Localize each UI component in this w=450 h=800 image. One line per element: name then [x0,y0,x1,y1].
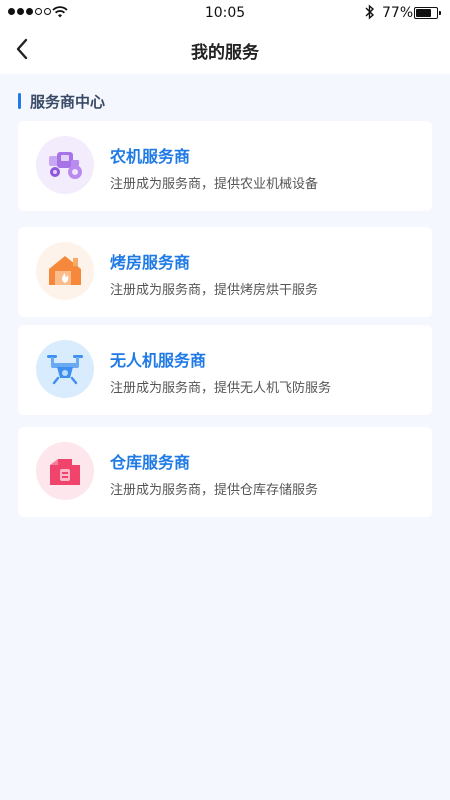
card-title: 仓库服务商 [110,453,191,472]
card-description: 注册成为服务商，提供烤房烘干服务 [110,283,319,298]
card-description: 注册成为服务商，提供农业机械设备 [110,177,319,192]
card-title: 烤房服务商 [110,253,191,272]
battery-icon [414,7,441,19]
card-drone[interactable]: 无人机服务商 注册成为服务商，提供无人机飞防服务 [18,325,432,415]
battery-percent: 77% [382,5,414,21]
card-title: 无人机服务商 [110,351,207,370]
section-header: 服务商中心 [18,92,106,111]
card-description: 注册成为服务商，提供无人机飞防服务 [110,381,332,396]
card-warehouse[interactable]: 仓库服务商 注册成为服务商，提供仓库存储服务 [18,427,432,517]
card-title: 农机服务商 [110,147,191,166]
warehouse-icon [36,442,94,500]
tractor-icon [36,136,94,194]
card-description: 注册成为服务商，提供仓库存储服务 [110,483,319,498]
bluetooth-icon [365,4,375,20]
card-agri-machinery[interactable]: 农机服务商 注册成为服务商，提供农业机械设备 [18,121,432,211]
section-title: 服务商中心 [30,92,106,111]
card-curing-barn[interactable]: 烤房服务商 注册成为服务商，提供烤房烘干服务 [18,227,432,317]
fire-house-icon [36,242,94,300]
drone-icon [36,340,94,398]
nav-bar: 我的服务 [0,26,450,74]
page-title: 我的服务 [191,43,259,63]
section-accent-bar [18,93,21,109]
status-bar: 10:05 77% [0,0,450,26]
